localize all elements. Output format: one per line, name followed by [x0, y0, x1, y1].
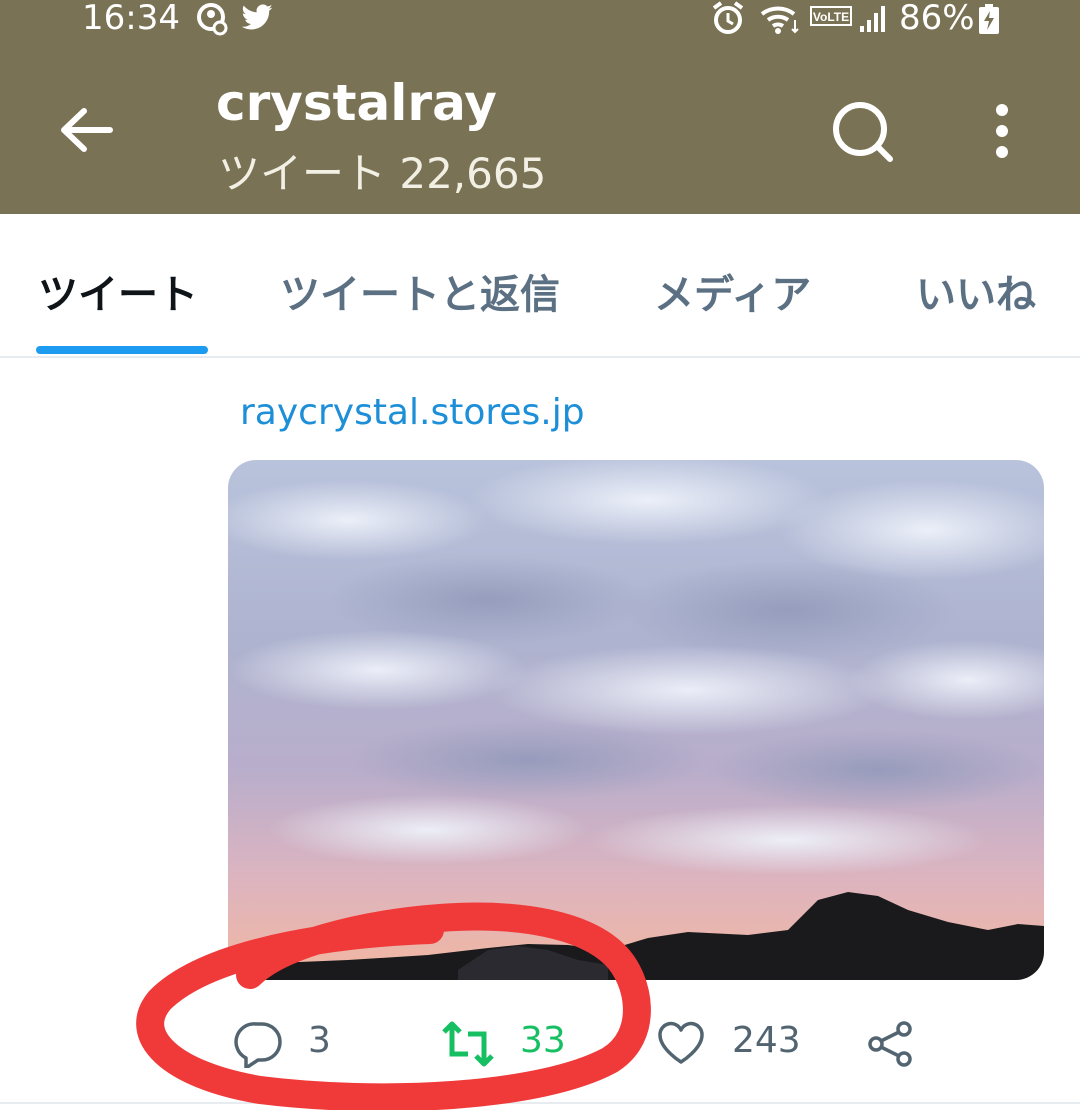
divider [0, 1102, 1080, 1104]
tab-tweets-and-replies[interactable]: ツイートと返信 [280, 262, 560, 320]
search-icon [833, 102, 893, 162]
tab-likes[interactable]: いいね [916, 262, 1036, 320]
reply-count: 3 [308, 1020, 331, 1061]
share-icon [868, 1021, 912, 1067]
tweet-actions: 3 33 243 [0, 1000, 1080, 1090]
reply-button[interactable] [234, 1020, 284, 1072]
status-time: 16:34 [82, 0, 180, 38]
account-sync-icon [196, 2, 230, 40]
wifi-icon [758, 2, 802, 38]
battery-charging-icon [978, 4, 1000, 38]
svg-text:VoLTE: VoLTE [813, 10, 849, 24]
retweet-icon [442, 1021, 494, 1067]
battery-percentage: 86% [899, 0, 975, 38]
tab-tweets[interactable]: ツイート [38, 262, 198, 320]
like-button[interactable] [656, 1020, 706, 1070]
more-options-button[interactable] [982, 98, 1022, 168]
tweet-count: ツイート 22,665 [218, 149, 547, 198]
twitter-icon [240, 4, 274, 36]
profile-name: crystalray [216, 74, 497, 132]
active-tab-indicator [36, 346, 208, 354]
alarm-icon [710, 0, 746, 40]
share-button[interactable] [866, 1020, 916, 1072]
more-vertical-icon [996, 104, 1008, 158]
reply-icon [234, 1022, 282, 1070]
search-button[interactable] [828, 98, 898, 168]
like-count: 243 [732, 1020, 801, 1061]
sunset-photo [228, 460, 1044, 980]
profile-tabs: ツイート ツイートと返信 メディア いいね [0, 214, 1080, 358]
retweet-button[interactable] [440, 1020, 496, 1072]
status-bar: 16:34 VoLTE 86% [0, 0, 1080, 40]
tweet-link[interactable]: raycrystal.stores.jp [240, 392, 585, 433]
arrow-left-icon [61, 108, 113, 152]
heart-icon [658, 1021, 704, 1064]
back-button[interactable] [52, 95, 122, 165]
volte-icon: VoLTE [810, 6, 852, 30]
retweet-count: 33 [520, 1020, 566, 1061]
tab-media[interactable]: メディア [654, 262, 811, 320]
app-header: 16:34 VoLTE 86% crystalray ツイート 22,665 [0, 0, 1080, 214]
signal-icon [858, 6, 888, 36]
tweet-image[interactable] [228, 460, 1044, 980]
